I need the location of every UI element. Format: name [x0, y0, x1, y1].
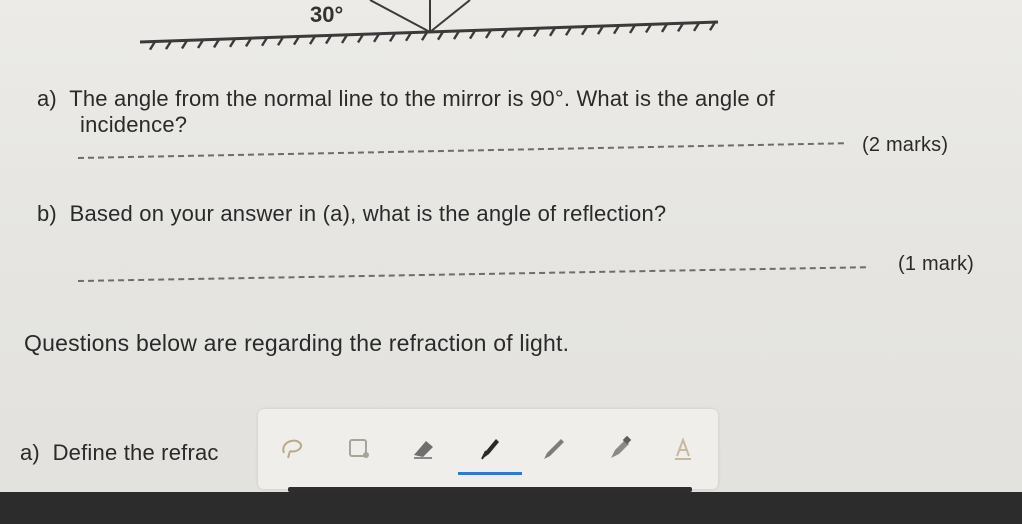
incident-ray: [369, 0, 431, 33]
bottom-edge: [0, 492, 1022, 524]
section-heading: Questions below are regarding the refrac…: [24, 330, 570, 356]
lasso-icon[interactable]: [276, 431, 310, 465]
question-a-text: a) The angle from the normal line to the…: [37, 86, 775, 111]
marks-b: (1 mark): [898, 253, 975, 275]
pen-icon[interactable]: [472, 431, 506, 465]
marker-icon[interactable]: [602, 431, 636, 465]
reflected-ray: [429, 0, 471, 33]
angle-label: 30°: [310, 2, 344, 27]
question-c-text: a) Define the refrac: [20, 440, 219, 465]
answer-line-b[interactable]: [77, 266, 866, 282]
question-b-text: b) Based on your answer in (a), what is …: [37, 201, 667, 226]
text-icon[interactable]: [666, 431, 700, 465]
drawing-toolbar: [258, 409, 718, 489]
pencil-icon[interactable]: [536, 431, 570, 465]
marks-a: (2 marks): [862, 134, 949, 156]
eraser-icon[interactable]: [406, 431, 440, 465]
shapes-icon[interactable]: [342, 431, 376, 465]
question-a-text-continued: incidence?: [80, 112, 188, 137]
mirror-diagram: [139, 0, 719, 51]
answer-line-a[interactable]: [77, 142, 844, 159]
active-tool-indicator: [458, 472, 522, 475]
